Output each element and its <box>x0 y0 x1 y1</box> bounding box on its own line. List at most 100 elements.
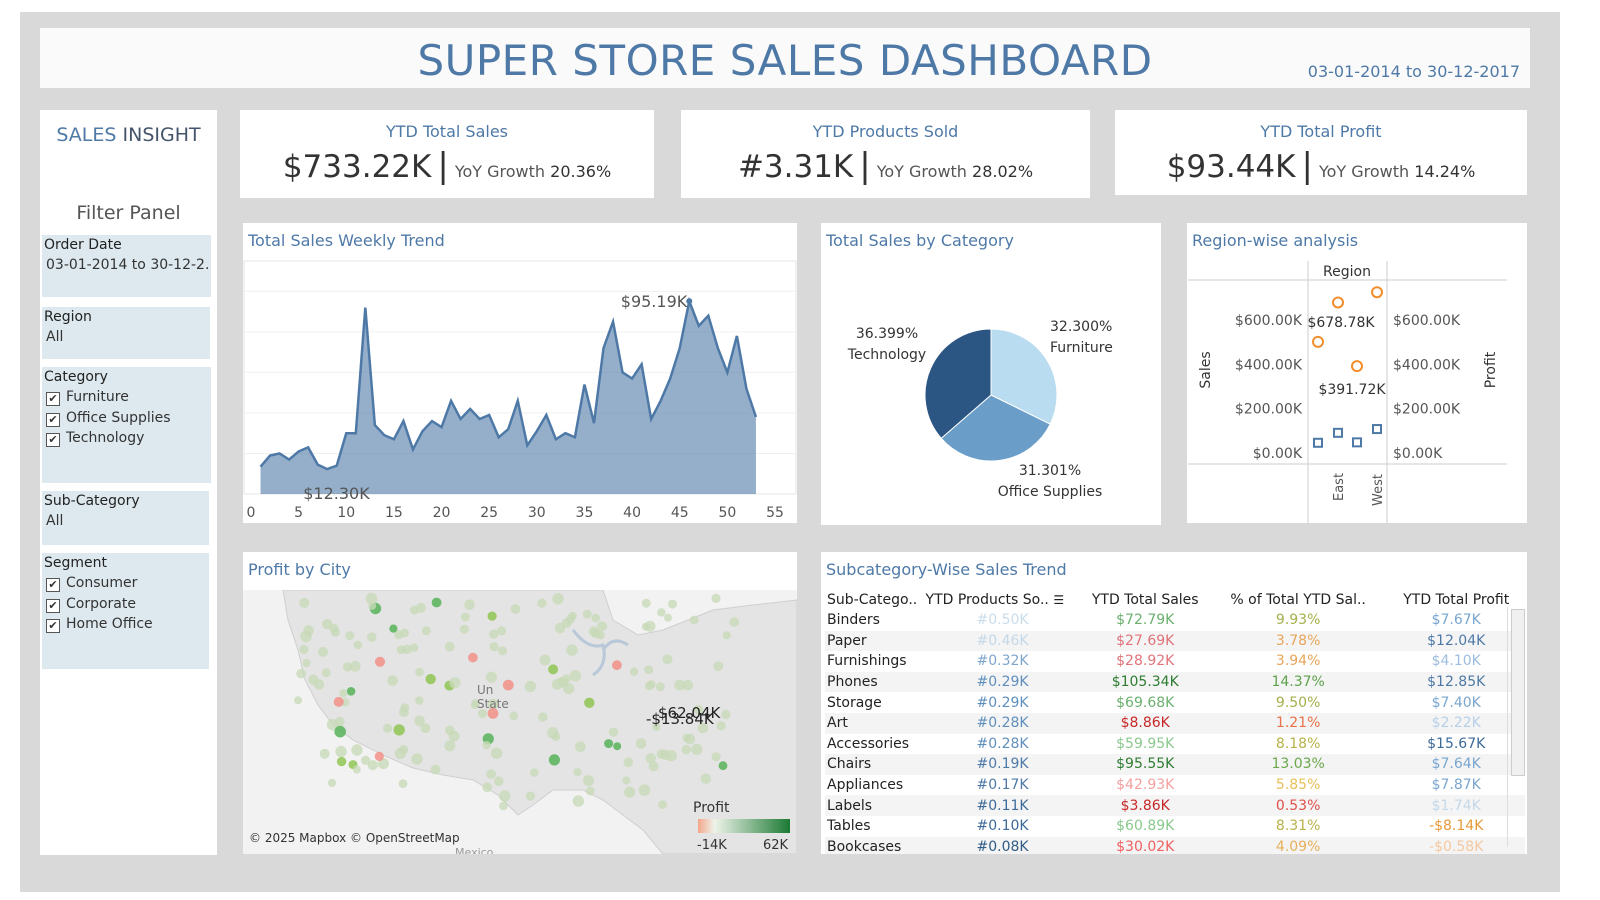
total-sales-cell: $42.93K <box>1116 777 1175 794</box>
slice-value-label: 32.300% <box>1050 319 1112 335</box>
table-header-row: Sub-Catego.. YTD Products So.. ☰ YTD Tot… <box>825 590 1525 610</box>
profit-map-panel: Profit by City Un State $62.04K -$13.84K… <box>243 552 797 854</box>
region-filter[interactable]: Region All <box>42 307 210 359</box>
city-point <box>400 628 409 638</box>
city-point <box>591 613 600 623</box>
city-point <box>716 721 726 731</box>
order-date-filter[interactable]: Order Date 03-01-2014 to 30-12-2.. <box>42 235 211 297</box>
city-point <box>487 611 497 621</box>
kpi-value-row: $93.44K | YoY Growth 14.24% <box>1115 146 1527 186</box>
city-point <box>562 674 571 683</box>
city-point <box>353 640 362 650</box>
pct-sales-cell: 14.37% <box>1208 671 1388 693</box>
kpi-title: YTD Total Sales <box>386 122 508 141</box>
sub-category-value[interactable]: All <box>46 513 208 529</box>
weekly-trend-chart[interactable]: 0 5 10 15 20 25 30 35 40 45 50 55 $95.19K $12.30K <box>243 223 797 523</box>
panel-title: Profit by City <box>248 560 351 579</box>
category-option-furniture[interactable]: ✔ Furniture <box>46 389 129 406</box>
city-point <box>300 630 312 643</box>
table-row[interactable]: Labels #0.11K $3.86K 0.53% $1.74K <box>825 795 1525 816</box>
region-value[interactable]: All <box>46 329 208 345</box>
category-pie-chart[interactable]: 32.300% Furniture 31.301% Office Supplies 36… <box>821 223 1161 525</box>
city-point <box>668 599 677 609</box>
table-row[interactable]: Phones #0.29K $105.34K 14.37% $12.85K <box>825 671 1525 693</box>
city-point <box>569 670 582 682</box>
total-sales-cell: $95.55K <box>1081 754 1209 775</box>
profit-map[interactable]: Un State $62.04K -$13.84K Mexico © 2025 … <box>243 590 797 854</box>
city-point <box>524 680 536 693</box>
checkbox-checked-icon[interactable]: ✔ <box>46 392 60 406</box>
table-row[interactable]: Accessories #0.28K $59.95K 8.18% $15.67K <box>825 734 1525 755</box>
sort-icon[interactable]: ☰ <box>1053 593 1064 607</box>
right-y-tick: $400.00K <box>1393 357 1461 373</box>
table-scrollbar[interactable] <box>1507 607 1526 847</box>
pct-sales-cell: 8.31% <box>1275 818 1321 835</box>
kpi-separator: | <box>859 146 871 186</box>
table-row[interactable]: Bookcases #0.08K $30.02K 4.09% -$0.58K <box>825 836 1525 854</box>
city-point <box>689 615 699 625</box>
page-title: SUPER STORE SALES DASHBOARD <box>417 36 1153 85</box>
kpi-yoy-label: YoY Growth <box>876 162 967 181</box>
city-point <box>499 801 508 811</box>
legend-min: -14K <box>697 838 727 853</box>
checkbox-checked-icon[interactable]: ✔ <box>46 413 60 427</box>
order-date-value[interactable]: 03-01-2014 to 30-12-2.. <box>46 257 208 273</box>
table-row[interactable]: Art #0.28K $8.86K 1.21% $2.22K <box>825 712 1525 734</box>
kpi-separator: | <box>437 146 449 186</box>
city-point <box>561 618 572 628</box>
region-scatter-chart[interactable]: Region Sales Profit $0.00K $0.00K $200.00K… <box>1187 223 1527 523</box>
table-row[interactable]: Paper #0.46K $27.69K 3.78% $12.04K <box>825 630 1525 652</box>
checkbox-checked-icon[interactable]: ✔ <box>46 433 60 447</box>
segment-option-corporate[interactable]: ✔ Corporate <box>46 596 136 613</box>
pct-sales-cell: 9.93% <box>1275 612 1321 629</box>
scrollbar-thumb[interactable] <box>1511 609 1525 776</box>
col-header-total-sales[interactable]: YTD Total Sales <box>1082 590 1209 610</box>
category-option-office-supplies[interactable]: ✔ Office Supplies <box>46 410 171 427</box>
products-sold-cell: #0.50K <box>976 612 1029 629</box>
category-option-technology[interactable]: ✔ Technology <box>46 430 144 447</box>
subcategory-cell: Bookcases <box>825 836 924 854</box>
country-label: State <box>477 697 509 711</box>
table-row[interactable]: Tables #0.10K $60.89K 8.31% -$8.14K <box>825 816 1525 837</box>
sub-category-filter[interactable]: Sub-Category All <box>42 491 209 545</box>
category-option-label: Office Supplies <box>66 410 171 426</box>
segment-filter: Segment ✔ Consumer ✔ Corporate ✔ Home Offic… <box>42 553 209 669</box>
col-header-subcategory[interactable]: Sub-Catego.. <box>825 590 924 610</box>
checkbox-checked-icon[interactable]: ✔ <box>46 599 60 613</box>
products-sold-cell: #0.29K <box>923 671 1082 693</box>
table-row[interactable]: Appliances #0.17K $42.93K 5.85% $7.87K <box>825 775 1525 796</box>
right-axis-title: Profit <box>1483 351 1499 388</box>
x-tick-label: 55 <box>766 505 784 521</box>
kpi-yoy-value: 28.02% <box>972 162 1034 181</box>
map-min-label: -$13.84K <box>646 710 715 728</box>
total-sales-cell: $105.34K <box>1081 671 1209 693</box>
table-row[interactable]: Furnishings #0.32K $28.92K 3.94% $4.10K <box>825 651 1525 672</box>
col-header-pct-sales[interactable]: % of Total YTD Sal.. <box>1209 590 1388 610</box>
subcategory-cell: Phones <box>825 671 924 693</box>
checkbox-checked-icon[interactable]: ✔ <box>46 619 60 633</box>
total-sales-cell: $28.92K <box>1116 653 1175 670</box>
col-header-total-profit[interactable]: YTD Total Profit <box>1387 590 1525 610</box>
city-point <box>308 674 319 685</box>
city-point <box>464 599 475 610</box>
city-point <box>339 689 348 698</box>
subcategory-cell: Paper <box>825 630 924 652</box>
segment-option-consumer[interactable]: ✔ Consumer <box>46 575 137 592</box>
products-sold-cell: #0.29K <box>976 694 1029 711</box>
city-point <box>604 739 614 749</box>
city-point <box>585 786 595 796</box>
segment-option-home-office[interactable]: ✔ Home Office <box>46 616 153 633</box>
city-point <box>583 775 594 787</box>
col-header-products-sold[interactable]: YTD Products So.. ☰ <box>924 590 1082 610</box>
kpi-value-row: #3.31K | YoY Growth 28.02% <box>681 146 1090 186</box>
table-row[interactable]: Binders #0.50K $72.79K 9.93% $7.67K <box>825 610 1525 631</box>
checkbox-checked-icon[interactable]: ✔ <box>46 578 60 592</box>
kpi-yoy-label: YoY Growth <box>1318 162 1410 181</box>
table-row[interactable]: Chairs #0.19K $95.55K 13.03% $7.64K <box>825 754 1525 775</box>
max-value-label: $95.19K <box>621 292 688 311</box>
col-header-label: YTD Products So.. <box>925 592 1049 608</box>
total-profit-cell: $15.67K <box>1427 735 1486 752</box>
city-point <box>367 632 377 642</box>
table-row[interactable]: Storage #0.29K $69.68K 9.50% $7.40K <box>825 692 1525 713</box>
city-point <box>489 629 499 639</box>
